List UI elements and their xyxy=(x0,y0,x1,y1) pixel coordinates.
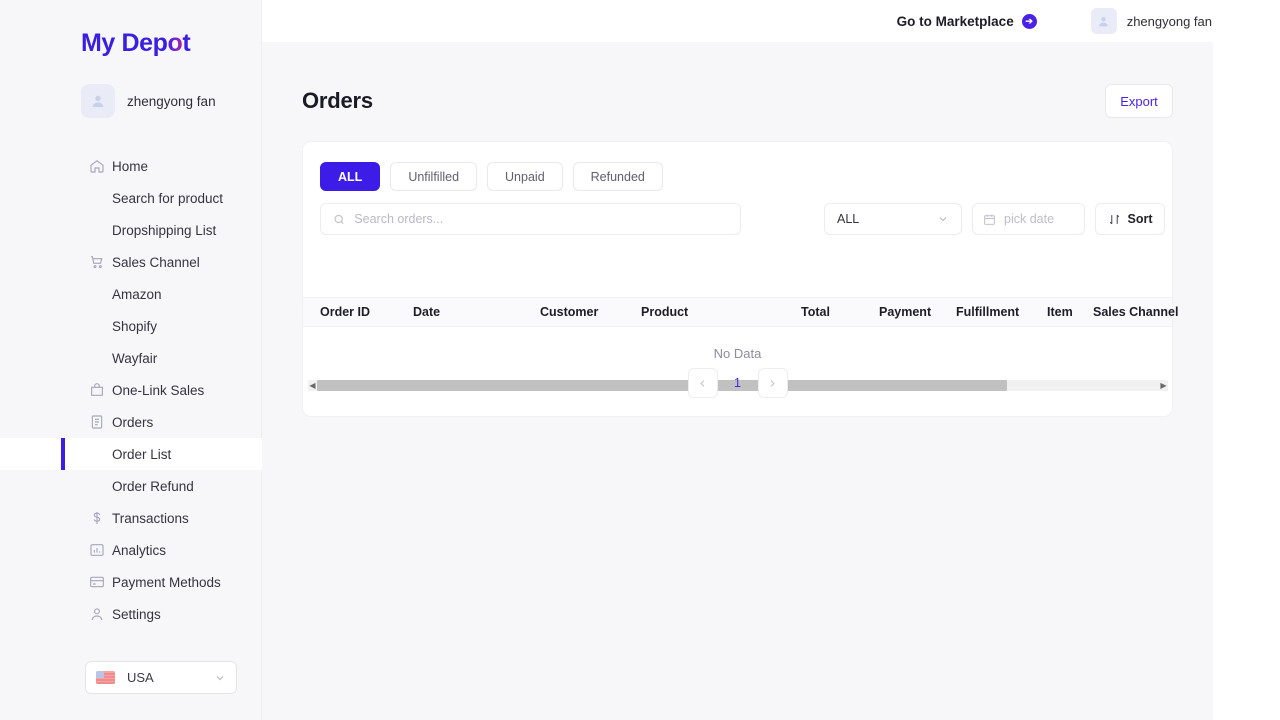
pagination-page-1[interactable]: 1 xyxy=(732,376,744,390)
topbar-user-menu[interactable]: zhengyong fan xyxy=(1090,8,1212,34)
user-avatar-icon xyxy=(1090,8,1117,34)
table-header-row: Order ID Date Customer Product Total Payment F… xyxy=(303,297,1178,327)
tab-all[interactable]: ALL xyxy=(320,162,381,191)
credit-card-icon xyxy=(90,576,104,588)
page-header: Orders Export xyxy=(302,84,1173,118)
go-to-marketplace-label: Go to Marketplace xyxy=(896,13,1014,29)
user-gear-icon xyxy=(91,608,103,621)
sidebar-item-order-list[interactable]: Order List xyxy=(0,438,262,470)
topbar-user-name: zhengyong fan xyxy=(1126,13,1212,29)
sidebar-item-amazon[interactable]: Amazon xyxy=(0,278,262,310)
search-input[interactable] xyxy=(354,212,728,226)
top-bar: Go to Marketplace ➔ zhengyong fan xyxy=(262,0,1280,42)
go-to-marketplace-link[interactable]: Go to Marketplace ➔ xyxy=(896,13,1037,29)
chevron-down-icon xyxy=(939,217,947,222)
column-header-item: Item xyxy=(1047,305,1073,319)
dollar-icon xyxy=(93,512,101,524)
sidebar-item-transactions[interactable]: Transactions xyxy=(0,502,262,534)
search-orders-box[interactable] xyxy=(320,203,741,235)
bag-icon xyxy=(91,383,103,396)
sidebar-item-label: Orders xyxy=(112,414,154,430)
export-button[interactable]: Export xyxy=(1105,84,1173,118)
sort-arrows-icon xyxy=(1109,214,1119,224)
main-content: Orders Export ALL Unfilfilled Unpaid Refund… xyxy=(262,42,1213,720)
sidebar-item-label: Payment Methods xyxy=(112,574,221,590)
pagination-next-button[interactable] xyxy=(757,368,788,398)
home-icon xyxy=(90,159,104,173)
sidebar-item-label: Order Refund xyxy=(112,478,194,494)
logo-text-3: t xyxy=(182,29,191,57)
column-header-sales-channel: Sales Channel xyxy=(1093,305,1179,319)
tab-unfilfilled[interactable]: Unfilfilled xyxy=(390,162,478,191)
sidebar-item-label: One-Link Sales xyxy=(112,382,205,398)
sidebar-nav: Home Search for product Dropshipping List S… xyxy=(0,150,262,630)
app-logo[interactable]: My Depot xyxy=(81,29,191,58)
sidebar-item-label: Sales Channel xyxy=(112,254,200,270)
date-picker-placeholder: pick date xyxy=(1004,212,1055,226)
chevron-down-icon xyxy=(216,675,224,680)
calendar-icon xyxy=(984,214,995,225)
list-icon xyxy=(91,415,103,429)
sidebar-item-label: Transactions xyxy=(112,510,189,526)
sidebar-item-orders[interactable]: Orders xyxy=(0,406,262,438)
sidebar-item-label: Home xyxy=(112,158,149,174)
user-avatar-icon xyxy=(81,84,115,118)
sidebar-item-label: Order List xyxy=(112,446,172,462)
usa-flag-icon xyxy=(96,671,115,684)
column-header-date: Date xyxy=(413,305,441,319)
sidebar-item-wayfair[interactable]: Wayfair xyxy=(0,342,262,374)
page-title: Orders xyxy=(302,88,373,113)
column-header-product: Product xyxy=(641,305,689,319)
arrow-right-circle-icon: ➔ xyxy=(1021,13,1037,29)
tab-unpaid[interactable]: Unpaid xyxy=(487,162,563,191)
sort-label: Sort xyxy=(1127,212,1153,226)
filter-bar: ALL pick date Sort xyxy=(320,203,1165,235)
search-icon xyxy=(334,214,344,224)
logo-text-1: My Dep xyxy=(81,29,168,57)
chevron-left-icon xyxy=(700,379,705,387)
logo-text-2: o xyxy=(167,29,183,57)
bar-chart-icon xyxy=(90,544,104,556)
country-label: USA xyxy=(127,670,154,685)
app-root: My Depot zhengyong fan Home Search for pr… xyxy=(0,0,1280,720)
sidebar-item-label: Wayfair xyxy=(112,350,158,366)
sidebar: My Depot zhengyong fan Home Search for pr… xyxy=(0,0,262,720)
sidebar-item-analytics[interactable]: Analytics xyxy=(0,534,262,566)
sidebar-item-label: Amazon xyxy=(112,286,162,302)
country-selector[interactable]: USA xyxy=(85,661,237,694)
sidebar-item-home[interactable]: Home xyxy=(0,150,262,182)
column-header-customer: Customer xyxy=(540,305,599,319)
tab-refunded[interactable]: Refunded xyxy=(572,162,663,191)
sidebar-item-label: Analytics xyxy=(112,542,167,558)
pagination-prev-button[interactable] xyxy=(687,368,718,398)
sidebar-item-search-for-product[interactable]: Search for product xyxy=(0,182,262,214)
sidebar-item-shopify[interactable]: Shopify xyxy=(0,310,262,342)
date-picker[interactable]: pick date xyxy=(972,203,1085,235)
sidebar-item-sales-channel[interactable]: Sales Channel xyxy=(0,246,262,278)
sidebar-item-label: Settings xyxy=(112,606,161,622)
pagination: 1 xyxy=(302,368,1173,398)
column-header-payment: Payment xyxy=(879,305,932,319)
status-select[interactable]: ALL xyxy=(824,203,962,235)
cart-icon xyxy=(91,256,103,269)
sidebar-item-one-link-sales[interactable]: One-Link Sales xyxy=(0,374,262,406)
sidebar-item-settings[interactable]: Settings xyxy=(0,598,262,630)
column-header-total: Total xyxy=(801,305,830,319)
sidebar-item-label: Shopify xyxy=(112,318,158,334)
status-select-value: ALL xyxy=(837,212,860,226)
sidebar-item-dropshipping-list[interactable]: Dropshipping List xyxy=(0,214,262,246)
sidebar-item-payment-methods[interactable]: Payment Methods xyxy=(0,566,262,598)
sidebar-item-order-refund[interactable]: Order Refund xyxy=(0,470,262,502)
sort-button[interactable]: Sort xyxy=(1095,203,1165,235)
sidebar-user-name: zhengyong fan xyxy=(127,93,216,109)
status-tabs: ALL Unfilfilled Unpaid Refunded xyxy=(320,162,663,191)
sidebar-item-label: Dropshipping List xyxy=(112,222,217,238)
column-header-fulfillment: Fulfillment xyxy=(956,305,1020,319)
chevron-right-icon xyxy=(770,379,775,387)
sidebar-item-label: Search for product xyxy=(112,190,224,206)
column-header-order-id: Order ID xyxy=(320,305,371,319)
sidebar-user[interactable]: zhengyong fan xyxy=(81,84,216,118)
